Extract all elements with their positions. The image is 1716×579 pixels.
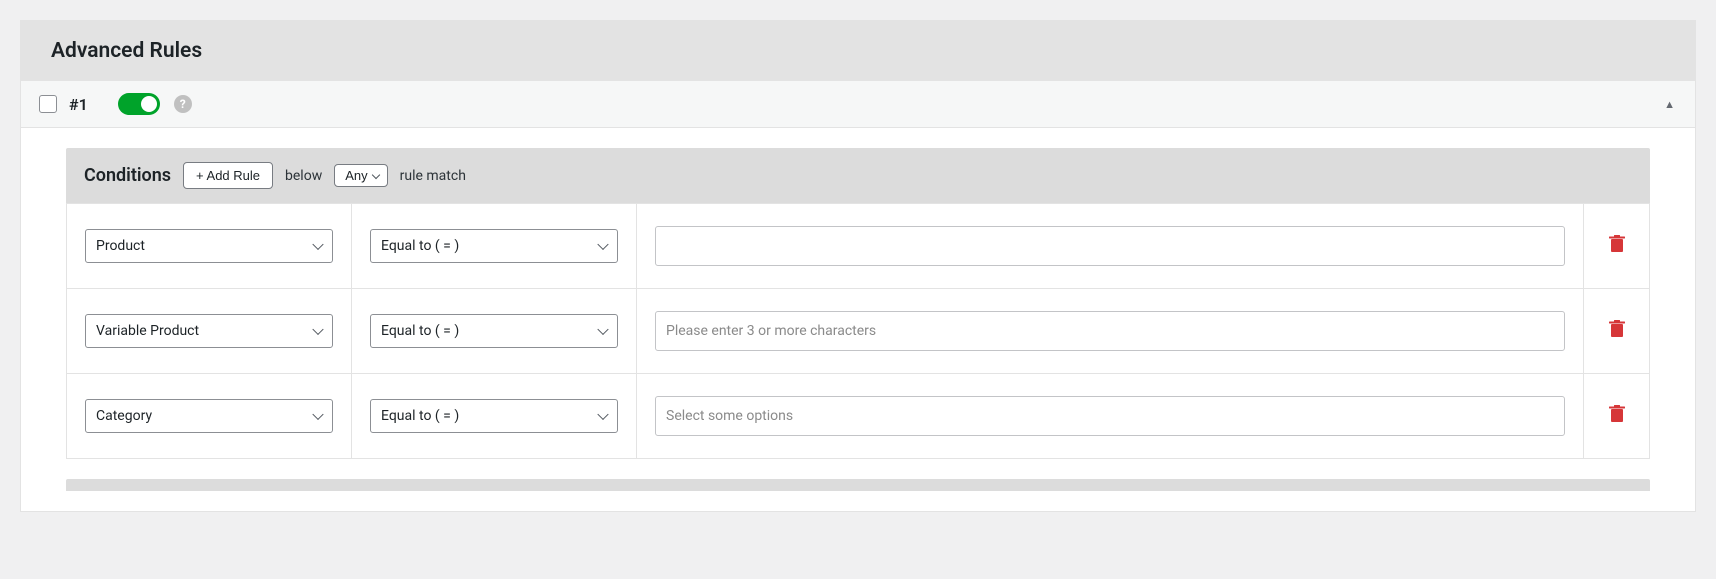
- help-icon[interactable]: ?: [174, 95, 192, 113]
- value-input[interactable]: Please enter 3 or more characters: [655, 311, 1565, 351]
- value-input[interactable]: Select some options: [655, 396, 1565, 436]
- match-mode-value: Any: [345, 168, 367, 183]
- field-select[interactable]: Variable Product: [85, 314, 333, 348]
- trash-icon: [1609, 235, 1625, 253]
- operator-select[interactable]: Equal to ( = ): [370, 399, 618, 433]
- operator-select-value: Equal to ( = ): [381, 408, 459, 424]
- rule-number-label: #1: [69, 95, 88, 114]
- operator-select-value: Equal to ( = ): [381, 238, 459, 254]
- panel-title: Advanced Rules: [21, 21, 1695, 81]
- field-select[interactable]: Product: [85, 229, 333, 263]
- rule-body: Conditions + Add Rule below Any rule mat…: [21, 128, 1695, 511]
- conditions-title: Conditions: [84, 165, 171, 186]
- delete-row-button[interactable]: [1609, 235, 1625, 257]
- delete-row-button[interactable]: [1609, 405, 1625, 427]
- trash-icon: [1609, 405, 1625, 423]
- below-text: below: [285, 168, 322, 184]
- condition-row: Category Equal to ( = ) Select some opti…: [67, 373, 1649, 458]
- value-placeholder: Please enter 3 or more characters: [666, 323, 876, 339]
- condition-row: Variable Product Equal to ( = ) Please e…: [67, 288, 1649, 373]
- rule-header: #1 ? ▲: [21, 81, 1695, 128]
- field-select-value: Variable Product: [96, 323, 199, 339]
- operator-select[interactable]: Equal to ( = ): [370, 314, 618, 348]
- conditions-table: Product Equal to ( = ): [66, 203, 1650, 459]
- field-select-value: Category: [96, 408, 152, 424]
- field-select-value: Product: [96, 238, 145, 254]
- next-section-stub: [66, 479, 1650, 491]
- operator-select[interactable]: Equal to ( = ): [370, 229, 618, 263]
- collapse-icon[interactable]: ▲: [1664, 98, 1675, 111]
- match-mode-select[interactable]: Any: [334, 164, 387, 187]
- value-input[interactable]: [655, 226, 1565, 266]
- value-placeholder: Select some options: [666, 408, 793, 424]
- rule-match-text: rule match: [400, 168, 466, 184]
- trash-icon: [1609, 320, 1625, 338]
- rule-enabled-toggle[interactable]: [118, 93, 160, 115]
- operator-select-value: Equal to ( = ): [381, 323, 459, 339]
- field-select[interactable]: Category: [85, 399, 333, 433]
- chevron-down-icon: [371, 170, 379, 178]
- condition-row: Product Equal to ( = ): [67, 203, 1649, 288]
- rule-select-checkbox[interactable]: [39, 95, 57, 113]
- advanced-rules-panel: Advanced Rules #1 ? ▲ Conditions + Add R…: [20, 20, 1696, 512]
- add-rule-button[interactable]: + Add Rule: [183, 162, 273, 189]
- conditions-header: Conditions + Add Rule below Any rule mat…: [66, 148, 1650, 203]
- delete-row-button[interactable]: [1609, 320, 1625, 342]
